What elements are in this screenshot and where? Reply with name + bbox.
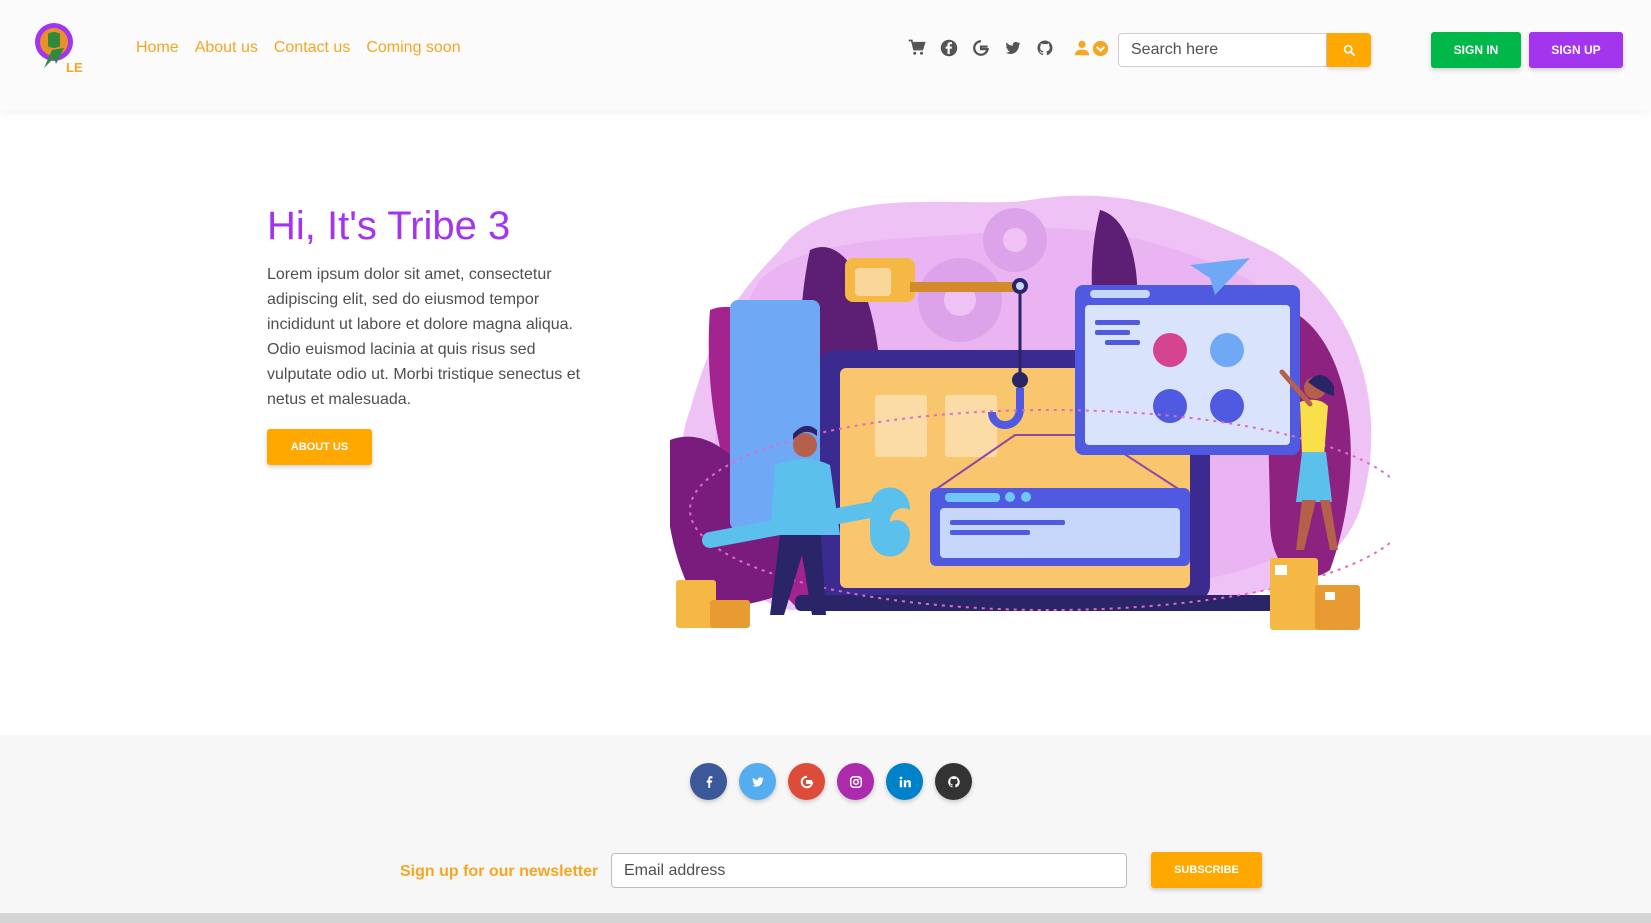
nav-icons [906, 37, 1109, 59]
email-field[interactable] [611, 853, 1127, 888]
logo[interactable]: LE [30, 20, 90, 80]
hero-illustration [666, 190, 1411, 640]
footer: Sign up for our newsletter SUBSCRIBE [0, 735, 1651, 913]
twitter-icon[interactable] [1002, 37, 1024, 59]
about-us-button[interactable]: ABOUT US [267, 429, 372, 465]
nav-link-about[interactable]: About us [195, 39, 258, 57]
cart-icon[interactable] [906, 37, 928, 59]
search-input[interactable] [1118, 33, 1327, 67]
user-menu-toggle[interactable] [1074, 39, 1109, 57]
newsletter-label: Sign up for our newsletter [400, 863, 599, 880]
search-icon [1343, 44, 1355, 56]
twitter-icon [751, 776, 764, 787]
sign-up-button[interactable]: SIGN UP [1529, 32, 1623, 68]
facebook-button[interactable] [690, 763, 727, 800]
facebook-icon[interactable] [938, 37, 960, 59]
nav-link-coming-soon[interactable]: Coming soon [366, 39, 460, 57]
google-icon [800, 775, 813, 788]
twitter-button[interactable] [739, 763, 776, 800]
social-links [690, 763, 972, 800]
svg-text:LE: LE [66, 60, 83, 75]
github-button[interactable] [935, 763, 972, 800]
bottom-bar [0, 913, 1651, 923]
user-icon [1074, 40, 1090, 56]
linkedin-icon [899, 776, 911, 787]
google-button[interactable] [788, 763, 825, 800]
instagram-icon [849, 775, 862, 788]
github-icon[interactable] [1034, 37, 1056, 59]
google-icon[interactable] [970, 37, 992, 59]
hero-title: Hi, It's Tribe 3 [267, 204, 511, 248]
linkedin-button[interactable] [886, 763, 923, 800]
search-button[interactable] [1327, 33, 1371, 67]
navbar: LE Home About us Contact us Coming soon [0, 0, 1651, 110]
facebook-icon [706, 775, 712, 788]
nav-links: Home About us Contact us Coming soon [136, 39, 461, 57]
chevron-down-icon [1092, 40, 1109, 56]
subscribe-button[interactable]: SUBSCRIBE [1151, 852, 1262, 888]
hero-text: Lorem ipsum dolor sit amet, consectetur … [267, 266, 581, 408]
nav-link-home[interactable]: Home [136, 39, 179, 57]
search-group [1118, 33, 1371, 67]
nav-link-contact[interactable]: Contact us [274, 39, 350, 57]
github-icon [947, 775, 960, 788]
sign-in-button[interactable]: SIGN IN [1431, 32, 1521, 68]
instagram-button[interactable] [837, 763, 874, 800]
